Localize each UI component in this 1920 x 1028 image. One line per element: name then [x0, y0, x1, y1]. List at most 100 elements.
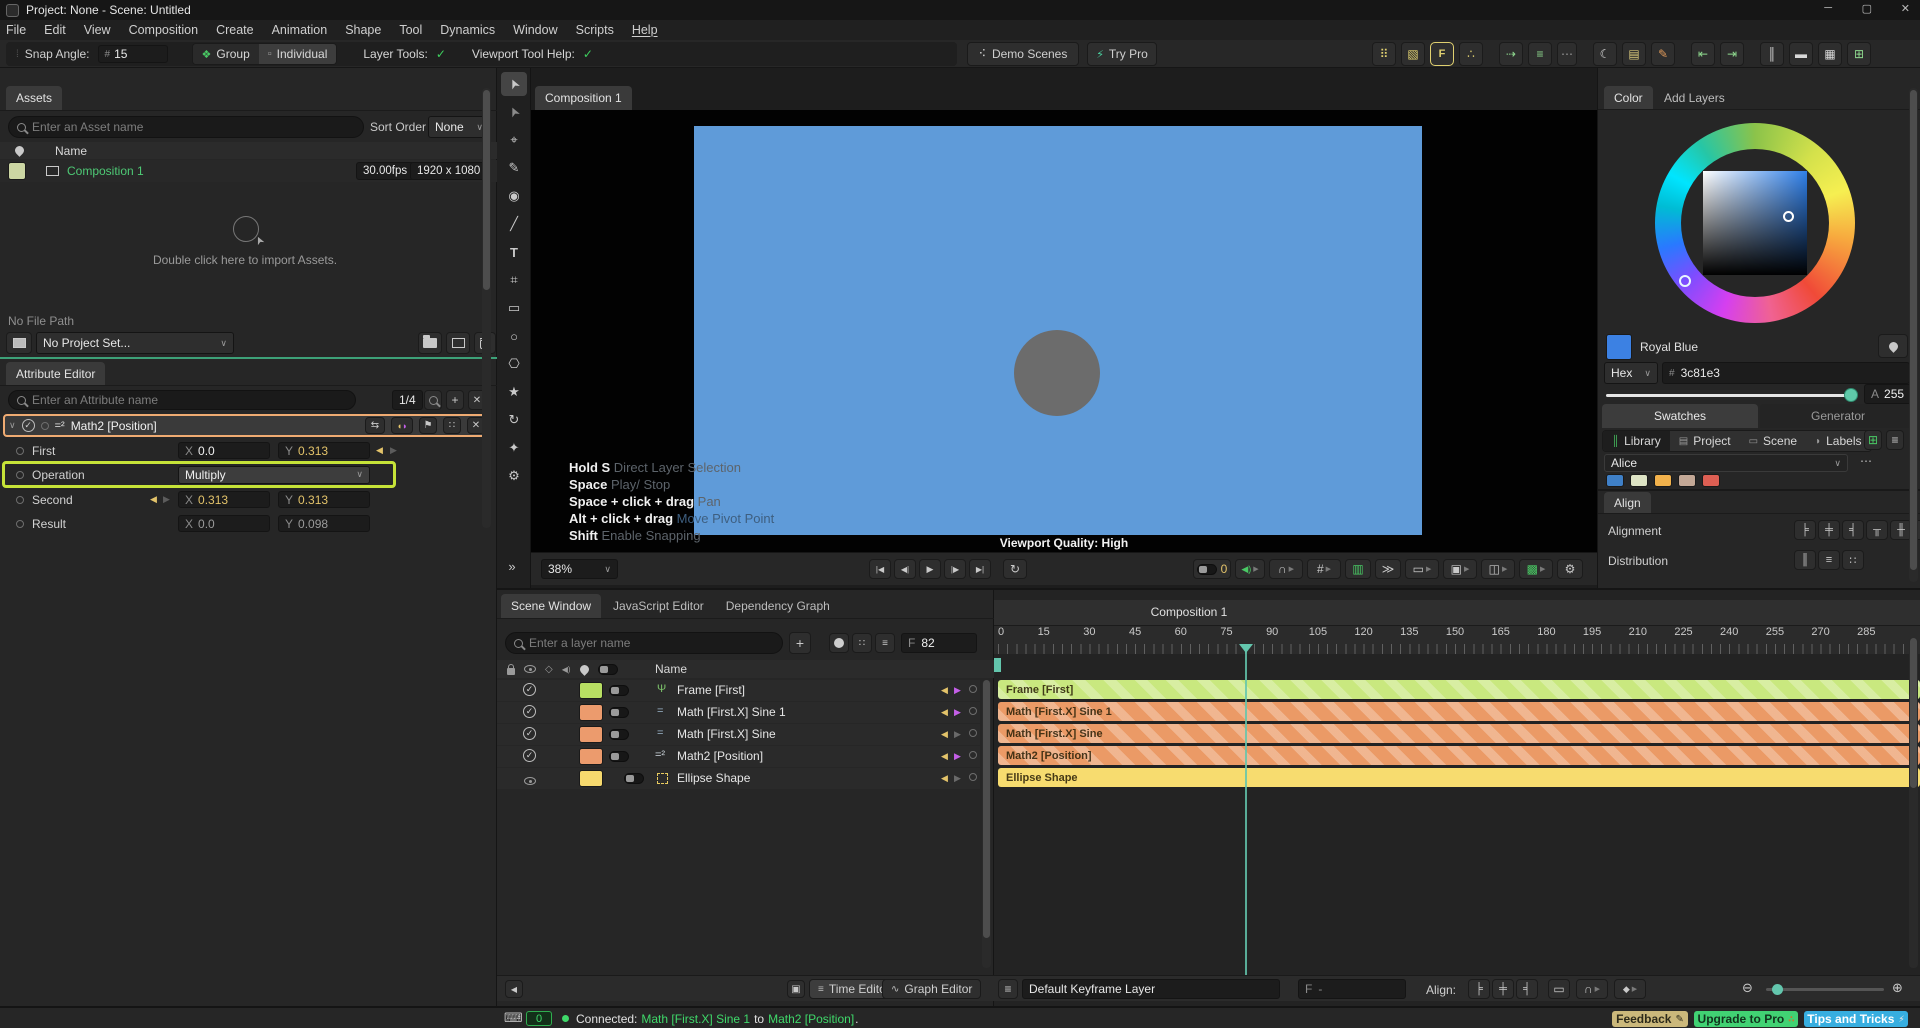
message-count-badge[interactable]: 0	[526, 1011, 552, 1026]
enabled-check-icon[interactable]: ✓	[523, 705, 536, 718]
expand-tools-button[interactable]: »	[499, 554, 525, 578]
solo-circle-icon[interactable]	[969, 685, 977, 693]
layer-name[interactable]: Math [First.X] Sine 1	[677, 705, 786, 719]
menu-help[interactable]: Help	[632, 23, 658, 37]
output-connection-icon[interactable]: ▶	[954, 729, 961, 740]
hex-value-field[interactable]: # 3c81e3	[1662, 362, 1910, 384]
timeline-scrollbar[interactable]	[1909, 638, 1918, 968]
layer-color-swatch[interactable]	[579, 726, 603, 743]
enabled-check-icon[interactable]: ✓	[523, 749, 536, 762]
timeline-zoom-in-icon[interactable]: ⊕	[1892, 980, 1903, 996]
current-frame-field[interactable]: F 82	[901, 633, 977, 653]
table-ruler-icon[interactable]: ▤	[1622, 42, 1646, 66]
second-x-field[interactable]: X 0.313	[178, 491, 270, 508]
playhead-line[interactable]	[1245, 650, 1247, 975]
feedback-button[interactable]: Feedback ✎	[1612, 1011, 1688, 1027]
alpha-slider-knob[interactable]	[1844, 388, 1858, 402]
swatch-list-view-icon[interactable]: ≡	[1886, 430, 1904, 450]
layer-name[interactable]: Math2 [Position]	[677, 749, 763, 763]
work-area-marker[interactable]	[994, 658, 1001, 672]
line-tool[interactable]: ╱	[501, 212, 527, 236]
tab-javascript-editor[interactable]: JavaScript Editor	[603, 594, 714, 618]
visibility-column-icon[interactable]	[524, 665, 536, 673]
first-y-value[interactable]: 0.313	[298, 444, 328, 458]
enabled-check-icon[interactable]: ✓	[523, 727, 536, 740]
snap-angle-value[interactable]: 15	[114, 47, 127, 61]
toolbar-grip[interactable]: ⁞	[16, 49, 18, 60]
panel-divider[interactable]	[0, 357, 497, 359]
second-x-value[interactable]: 0.313	[198, 493, 228, 507]
frame-snap-icon[interactable]: F	[1430, 42, 1454, 66]
align-left-button[interactable]: ╞	[1794, 520, 1816, 540]
attribute-search-input[interactable]	[32, 393, 347, 407]
collapse-panel-button[interactable]: ◀	[505, 980, 523, 998]
toggle-column-icon[interactable]	[597, 663, 618, 675]
utilities-tool[interactable]: ⚙	[501, 464, 527, 488]
palette-swatch[interactable]	[1606, 474, 1624, 487]
layer-row-math-sine-1[interactable]: ✓ = Math [First.X] Sine 1 ◀ ▶	[497, 702, 980, 723]
snapping-grid-icon[interactable]: ⠿	[1372, 42, 1396, 66]
color-tab[interactable]: Color	[1604, 86, 1653, 109]
assets-tab[interactable]: Assets	[6, 86, 63, 110]
text-tool[interactable]: T	[501, 240, 527, 264]
add-attribute-button[interactable]: +	[446, 390, 464, 410]
go-to-end-button[interactable]: ▶|	[969, 559, 991, 579]
tab-scene-window[interactable]: Scene Window	[501, 594, 602, 618]
add-layers-tab[interactable]: Add Layers	[1654, 86, 1735, 109]
solo-circle-icon[interactable]	[969, 707, 977, 715]
layer-row-frame-first[interactable]: ✓ Ψ Frame [First] ◀ ▶	[497, 680, 980, 701]
tab-dependency-graph[interactable]: Dependency Graph	[716, 594, 840, 618]
timeline-bar-frame-first[interactable]: Frame [First]	[998, 680, 1920, 699]
duplicate-view-button[interactable]: ◫ ▶	[1481, 559, 1515, 579]
alpha-value[interactable]: 255	[1884, 387, 1904, 401]
fast-preview-button[interactable]: ≫	[1375, 559, 1401, 579]
align-center-h-button[interactable]: ╪	[1818, 520, 1840, 540]
layer-search[interactable]	[505, 632, 783, 654]
layer-name[interactable]: Math [First.X] Sine	[677, 727, 776, 741]
output-connection-icon[interactable]: ▶	[954, 751, 961, 762]
lock-column-icon[interactable]	[507, 663, 515, 675]
frame-region-button[interactable]: ▭	[1548, 979, 1570, 999]
assets-search-input[interactable]	[32, 120, 355, 134]
eyedropper-button[interactable]	[1878, 334, 1908, 358]
color-wheel[interactable]	[1655, 123, 1855, 323]
menu-create[interactable]: Create	[216, 23, 254, 37]
left-panel-scrollbar[interactable]	[482, 88, 491, 528]
frame-bounds-button[interactable]: ▭ ▶	[1405, 559, 1439, 579]
target-tool[interactable]: ⌖	[501, 128, 527, 152]
input-connection-icon[interactable]: ◀	[941, 707, 948, 718]
attribute-search[interactable]	[8, 390, 356, 410]
input-connection-icon[interactable]: ◀	[941, 751, 948, 762]
try-pro-button[interactable]: ⚡ Try Pro	[1087, 42, 1157, 66]
hex-value[interactable]: 3c81e3	[1681, 366, 1720, 380]
filter-options-button[interactable]: ≡	[875, 633, 895, 653]
attribute-dot-icon[interactable]	[16, 446, 24, 455]
palette-dropdown[interactable]: Alice ∨	[1604, 454, 1848, 472]
align-top-button[interactable]: ╥	[1866, 520, 1888, 540]
enabled-check-icon[interactable]: ✓	[21, 419, 35, 432]
solo-circle-icon[interactable]	[969, 773, 977, 781]
pick-attribute-button[interactable]	[424, 390, 442, 410]
snap-angle-field[interactable]: # 15	[97, 45, 168, 63]
pin-icon[interactable]: ⚑	[419, 417, 437, 434]
guides-button[interactable]: ▥	[1345, 559, 1371, 579]
layer-color-swatch[interactable]	[579, 770, 603, 787]
enabled-check-icon[interactable]: ✓	[523, 683, 536, 696]
input-connection-icon[interactable]: ◀	[941, 773, 948, 784]
source-labels[interactable]: ◗ Labels	[1806, 431, 1870, 451]
timeline-ruler[interactable]: 0 15 30 45 60 75 90 105 120 135 150 165 …	[994, 626, 1920, 654]
attribute-dot-icon[interactable]	[16, 470, 24, 479]
output-connection-icon[interactable]: ▶	[163, 494, 170, 505]
palette-swatch[interactable]	[1630, 474, 1648, 487]
layer-row-ellipse-shape[interactable]: Ellipse Shape ◀ ▶	[497, 768, 980, 789]
frame-value[interactable]: 82	[921, 636, 934, 650]
layer-row-math2-position[interactable]: ✓ =² Math2 [Position] ◀ ▶	[497, 746, 980, 767]
timeline-bar-ellipse-shape[interactable]: Ellipse Shape	[998, 768, 1920, 787]
layer-tools-check-icon[interactable]: ✓	[436, 47, 446, 61]
scatter-options-button[interactable]: ∷	[852, 633, 872, 653]
timeline-composition-label[interactable]: Composition 1	[1124, 605, 1254, 619]
keyframe-filter-button[interactable]: ≡	[998, 979, 1018, 999]
emitter-tool[interactable]: ✦	[501, 436, 527, 460]
attribute-dot-icon[interactable]	[16, 519, 24, 528]
swatches-tab[interactable]: Swatches	[1602, 404, 1758, 428]
